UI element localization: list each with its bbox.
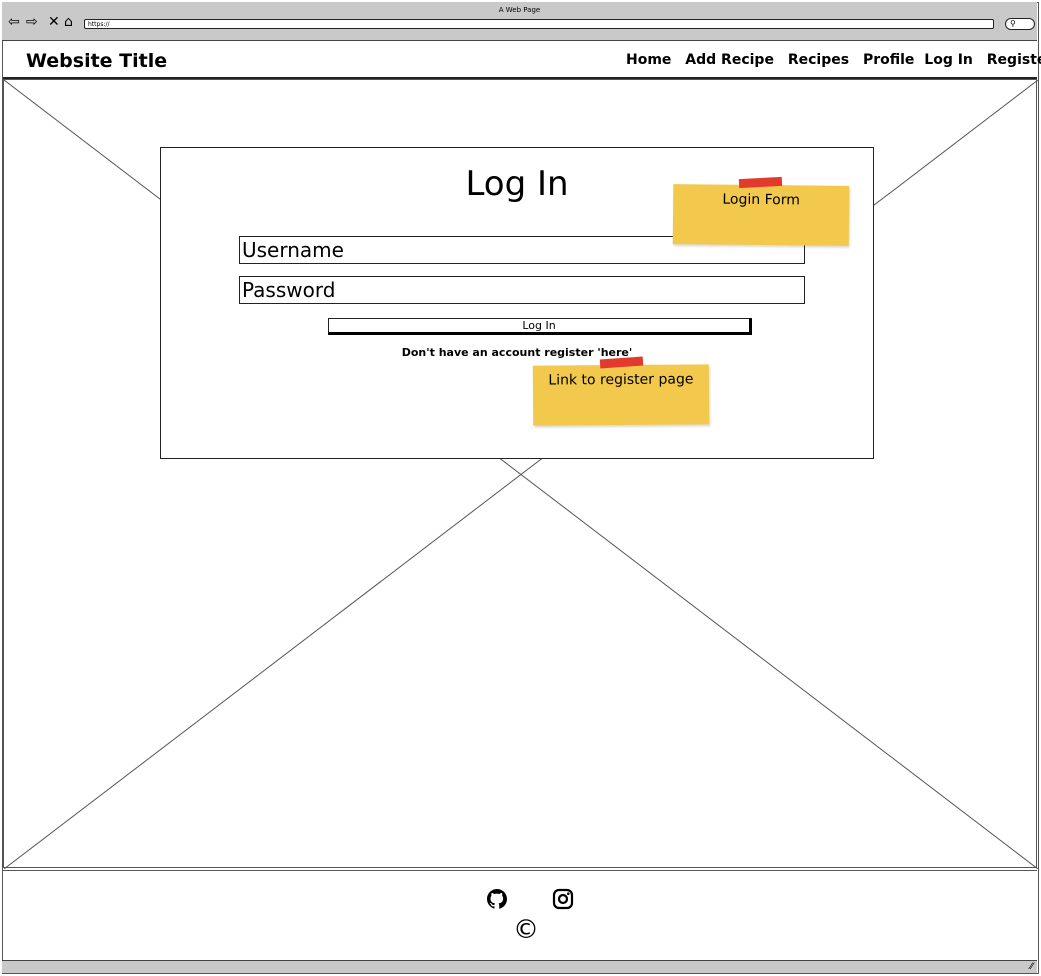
github-icon[interactable] [485,887,509,911]
nav-home[interactable]: Home [626,52,671,68]
copyright-symbol: © [513,915,539,945]
site-header: Website Title Home Add Recipe Recipes Pr… [3,41,1041,79]
nav-register[interactable]: Register [987,52,1041,68]
address-bar[interactable]: https:// [84,19,994,29]
sticky-note-login-form: Login Form [672,184,850,246]
site-title[interactable]: Website Title [26,50,167,72]
main-nav: Home Add Recipe Recipes Profile Log In R… [626,52,1041,68]
register-link[interactable]: Don't have an account register 'here' [161,346,873,359]
nav-profile[interactable]: Profile [863,52,914,68]
browser-status-bar: ⁄⁄ [2,960,1037,973]
back-icon[interactable]: ⇦ [8,14,20,30]
note-text: Link to register page [548,371,694,389]
nav-recipes[interactable]: Recipes [788,52,849,68]
note-text: Login Form [722,191,800,209]
login-button[interactable]: Log In [328,318,752,335]
resize-handle-icon[interactable]: ⁄⁄ [1030,962,1033,972]
browser-toolbar: A Web Page ⇦ ⇨ ✕ ⌂ https:// ⚲ [2,2,1037,41]
home-icon[interactable]: ⌂ [64,14,73,30]
nav-log-in[interactable]: Log In [924,52,973,68]
browser-title: A Web Page [498,6,541,14]
forward-icon[interactable]: ⇨ [26,14,38,30]
close-icon[interactable]: ✕ [48,14,60,30]
password-input[interactable]: Password [239,276,805,304]
site-footer: © [3,870,1037,961]
search-icon[interactable]: ⚲ [1005,18,1035,30]
sticky-note-register-link: Link to register page [532,364,710,426]
instagram-icon[interactable] [551,887,575,911]
nav-add-recipe[interactable]: Add Recipe [685,52,774,68]
